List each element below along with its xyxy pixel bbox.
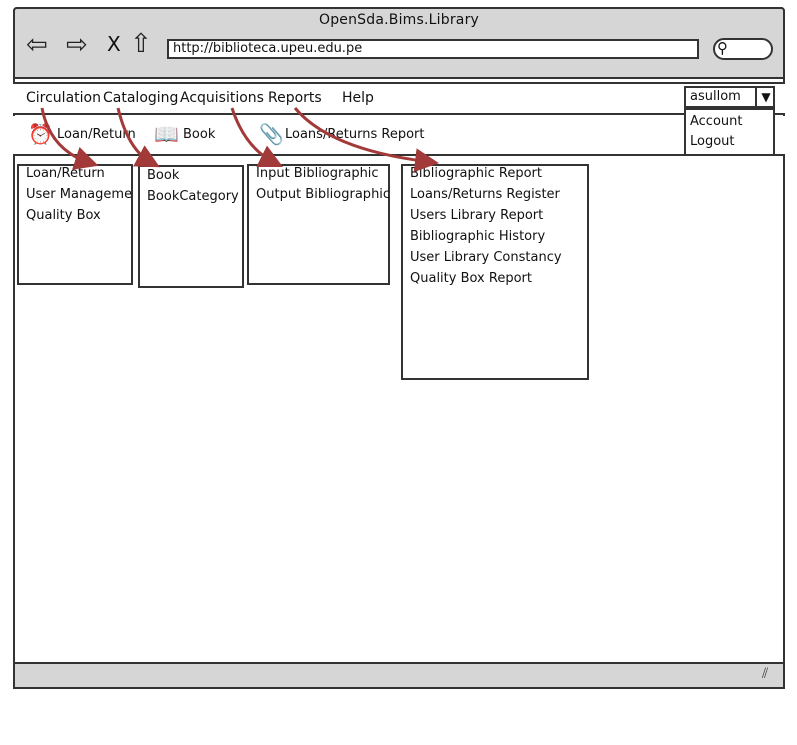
submenu-item[interactable]: Quality Box Report <box>410 271 532 287</box>
open-book-icon[interactable]: 📖 <box>154 122 179 146</box>
submenu-circulation <box>17 164 133 285</box>
alarm-clock-icon[interactable]: ⏰ <box>28 122 53 146</box>
toolbar-loan-return[interactable]: Loan/Return <box>57 127 136 143</box>
submenu-item[interactable]: BookCategory <box>147 189 239 205</box>
forward-arrow-icon[interactable]: ⇨ <box>66 32 88 58</box>
submenu-item[interactable]: Input Bibliographic <box>256 166 379 182</box>
submenu-item[interactable]: Quality Box <box>26 208 101 224</box>
chevron-down-icon[interactable]: ▼ <box>755 86 775 108</box>
toolbar-loans-returns-report[interactable]: Loans/Returns Report <box>285 127 424 143</box>
submenu-acquisitions <box>247 164 390 285</box>
menu-acquisitions[interactable]: Acquisitions <box>180 89 264 107</box>
menu-reports[interactable]: Reports <box>268 89 322 107</box>
address-bar[interactable]: http://biblioteca.upeu.edu.pe <box>167 39 699 59</box>
back-arrow-icon[interactable]: ⇦ <box>26 32 48 58</box>
submenu-item[interactable]: Loan/Return <box>26 166 105 182</box>
stop-icon[interactable]: X <box>107 34 121 54</box>
user-option-account[interactable]: Account <box>690 114 743 130</box>
submenu-item[interactable]: Output Bibliographic <box>256 187 390 203</box>
submenu-item[interactable]: User Library Constancy <box>410 250 562 266</box>
menu-circulation[interactable]: Circulation <box>26 89 101 107</box>
submenu-item[interactable]: Bibliographic History <box>410 229 545 245</box>
menu-cataloging[interactable]: Cataloging <box>103 89 178 107</box>
paperclip-icon[interactable]: 📎 <box>259 122 284 146</box>
search-icon[interactable]: ⚲ <box>717 38 728 58</box>
user-option-logout[interactable]: Logout <box>690 134 735 150</box>
toolbar-book[interactable]: Book <box>183 127 215 143</box>
home-icon[interactable]: ⇧ <box>130 31 152 57</box>
submenu-item[interactable]: Loans/Returns Register <box>410 187 560 203</box>
window-title: OpenSda.Bims.Library <box>318 12 480 28</box>
submenu-item[interactable]: Users Library Report <box>410 208 543 224</box>
submenu-item[interactable]: User Manageme <box>26 187 132 203</box>
submenu-item[interactable]: Book <box>147 168 179 184</box>
status-bar <box>13 662 785 689</box>
submenu-item[interactable]: Bibliographic Report <box>410 166 542 182</box>
menu-help[interactable]: Help <box>342 89 374 107</box>
resize-grip-icon[interactable]: ⫽ <box>762 666 768 682</box>
